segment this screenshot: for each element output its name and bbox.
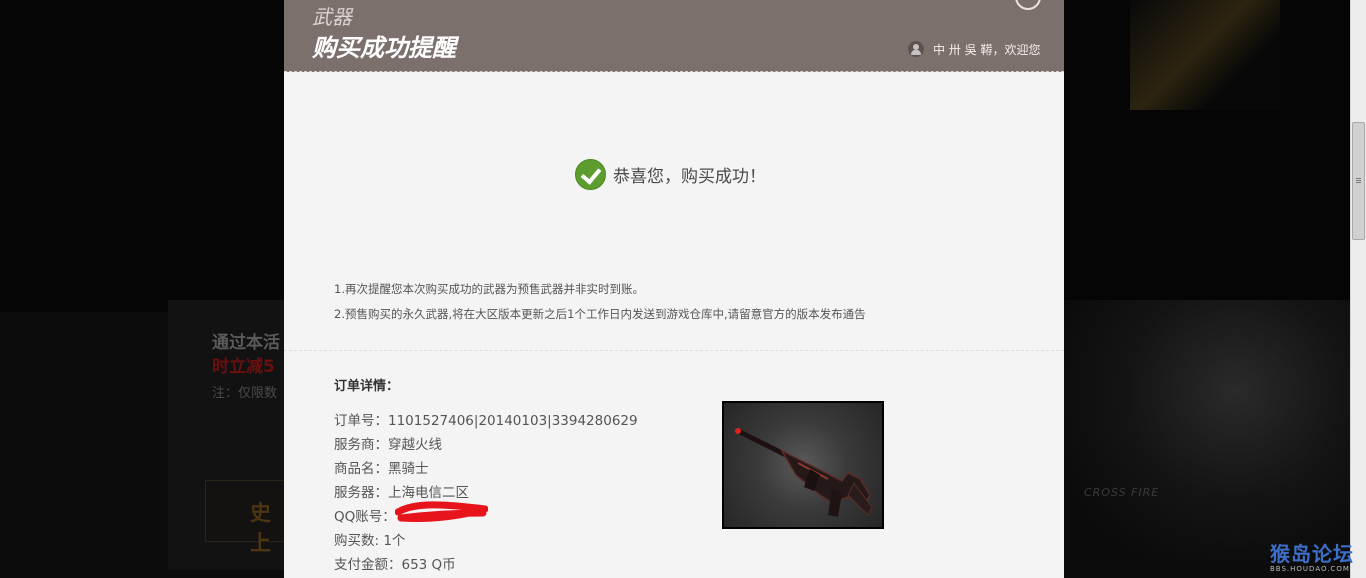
user-icon [908,41,924,57]
section-divider [284,350,1064,351]
forum-watermark: 猴岛论坛 BBS.HOUDAO.COM [1270,538,1354,573]
check-icon [575,158,606,190]
background-soldier-art: CROSS FIRE [1064,300,1350,560]
purchase-quantity: 购买数: 1个 [334,533,406,549]
background-art-streak [1130,0,1280,110]
watermark-url: BBS.HOUDAO.COM [1270,565,1350,573]
promo-line-1: 通过本活 [212,333,280,353]
brand-text: CROSS FIRE [1084,486,1160,499]
redaction-scribble [395,501,488,522]
promo-line-3: 注：仅限数 [212,386,278,401]
notice-line: 2.预售购买的永久武器,将在大区版本更新之后1个工作日内发送到游戏仓库中,请留意… [334,307,866,321]
success-message: 恭喜您，购买成功！ [575,158,766,190]
page-scrollbar[interactable] [1350,0,1366,578]
purchase-success-dialog: 武器 购买成功提醒 中 卅 吳 鞯，欢迎您 恭喜您，购买成功！ 1.再次提醒您本… [284,0,1064,578]
dialog-title: 购买成功提醒 [312,34,456,62]
rifle-icon [735,428,873,517]
dialog-subtitle: 武器 [312,5,352,29]
close-icon[interactable] [1015,0,1041,10]
user-greeting: 中 卅 吳 鞯，欢迎您 [908,40,1040,58]
watermark-site: 猴岛论坛 [1270,542,1354,566]
promo-line-2: 时立减5 [212,357,275,377]
dialog-header: 武器 购买成功提醒 中 卅 吳 鞯，欢迎您 [284,0,1064,72]
scrollbar-thumb[interactable] [1352,122,1365,240]
product-name: 商品名：黑骑士 [334,461,429,477]
background-badge: 史上 [205,480,291,555]
qq-account: QQ账号： [334,509,396,525]
weapon-thumbnail [722,401,884,529]
service-provider: 服务商：穿越火线 [334,437,442,453]
order-number: 订单号：1101527406|20140103|3394280629 [334,413,638,429]
notice-line: 1.再次提醒您本次购买成功的武器为预售武器并非实时到账。 [334,282,644,296]
success-text: 恭喜您，购买成功！ [613,166,766,187]
order-details-heading: 订单详情： [334,379,400,394]
user-greeting-text: 中 卅 吳 鞯，欢迎您 [933,42,1041,57]
payment-amount: 支付金额：653 Q币 [334,557,456,573]
